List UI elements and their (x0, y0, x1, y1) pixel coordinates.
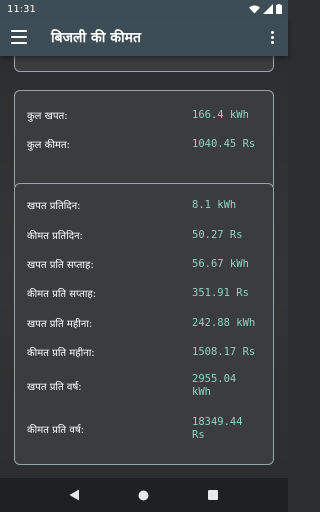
stat-value: 242.88 kWh (192, 316, 256, 329)
app-bar: बिजली की कीमत (0, 18, 288, 56)
nav-recents-button[interactable] (198, 480, 228, 510)
stat-label: खपत प्रति सप्ताह: (27, 260, 94, 271)
stat-label: खपत प्रतिदिन: (27, 201, 81, 212)
stat-value: 8.1 kWh (192, 198, 237, 211)
scroll-content[interactable]: कुल खपत: 166.4 kWh कुल कीमत: 1040.45 Rs … (0, 56, 288, 478)
list-item: कीमत प्रतिदिन: 50.27 Rs (27, 228, 263, 243)
list-item: कीमत प्रति सप्ताह: 351.91 Rs (27, 286, 263, 301)
stat-label: खपत प्रति वर्ष: (27, 382, 82, 393)
hamburger-menu-icon[interactable] (11, 30, 27, 44)
page-title: बिजली की कीमत (51, 29, 141, 46)
total-consumption-value: 166.4 kWh (192, 108, 249, 121)
wifi-icon (249, 4, 260, 14)
total-cost-value: 1040.45 Rs (192, 137, 256, 150)
battery-icon (276, 4, 282, 14)
list-item: खपत प्रति महीना: 242.88 kWh (27, 316, 263, 331)
stat-value: 18349.44 Rs (192, 416, 243, 441)
list-item: खपत प्रति सप्ताह: 56.67 kWh (27, 257, 263, 272)
stat-label: कीमत प्रतिदिन: (27, 231, 83, 242)
stat-value: 2955.04 kWh (192, 373, 237, 398)
list-item: कुल खपत: 166.4 kWh (27, 108, 263, 123)
total-cost-label: कुल कीमत: (27, 140, 70, 151)
stat-label: कीमत प्रति महीना: (27, 348, 95, 359)
more-vert-icon[interactable] (264, 28, 280, 46)
stat-label: खपत प्रति महीना: (27, 319, 93, 330)
recents-icon (208, 490, 219, 500)
partial-card (14, 56, 274, 72)
stat-label: कीमत प्रति सप्ताह: (27, 289, 97, 300)
status-time: 11:31 (7, 3, 36, 15)
stats-card: खपत प्रतिदिन: 8.1 kWh कीमत प्रतिदिन: 50.… (14, 183, 274, 465)
stat-label: कीमत प्रति वर्ष: (27, 425, 84, 436)
total-consumption-label: कुल खपत: (27, 111, 68, 122)
nav-home-button[interactable] (129, 480, 159, 510)
system-nav-bar (0, 478, 288, 512)
list-item: कीमत प्रति वर्ष: 18349.44 Rs (27, 414, 263, 444)
stat-value: 50.27 Rs (192, 228, 243, 241)
stat-value: 56.67 kWh (192, 257, 249, 270)
status-bar: 11:31 (0, 0, 288, 18)
list-item: खपत प्रतिदिन: 8.1 kWh (27, 198, 263, 213)
stat-value: 1508.17 Rs (192, 345, 256, 358)
back-icon (69, 489, 80, 501)
nav-back-button[interactable] (60, 480, 90, 510)
list-item: खपत प्रति वर्ष: 2955.04 kWh (27, 371, 263, 401)
signal-icon (263, 4, 273, 14)
list-item: कुल कीमत: 1040.45 Rs (27, 137, 263, 152)
totals-card: कुल खपत: 166.4 kWh कुल कीमत: 1040.45 Rs (14, 90, 274, 190)
home-icon (138, 490, 149, 500)
stat-value: 351.91 Rs (192, 286, 249, 299)
list-item: कीमत प्रति महीना: 1508.17 Rs (27, 345, 263, 360)
status-icons (249, 4, 282, 14)
